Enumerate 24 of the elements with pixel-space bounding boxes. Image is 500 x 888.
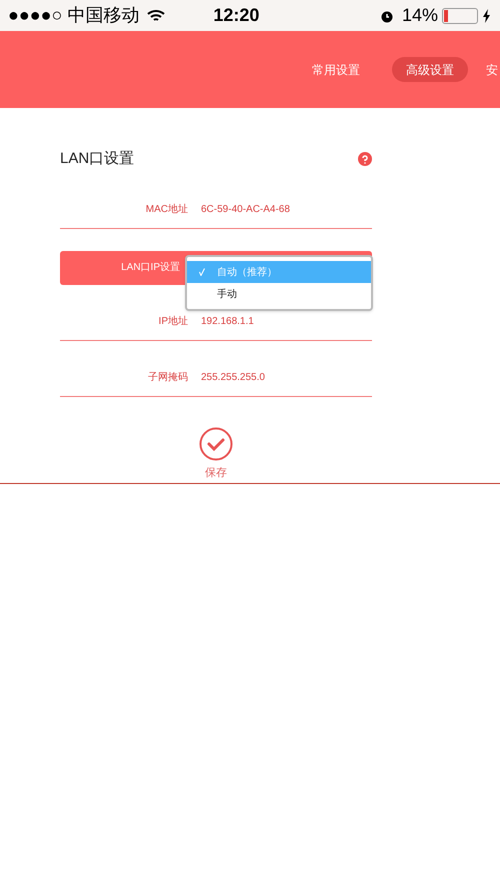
charging-icon [482, 8, 492, 22]
row-label: LAN口IP设置 [120, 260, 181, 275]
save-button[interactable]: 保存 [199, 426, 233, 481]
checkmark-circle-icon [199, 426, 233, 460]
carrier-text: ●●●●○ 中国移动 [8, 4, 140, 27]
nav-tab[interactable]: 常用设置 [298, 57, 374, 82]
dropdown-option[interactable]: 自动（推荐） [187, 261, 371, 283]
check-icon [199, 268, 205, 276]
battery-text: 14% [402, 4, 438, 27]
dropdown-option[interactable]: 手动 [187, 283, 371, 305]
row-value: 6C-59-40-AC-A4-68 [200, 202, 290, 216]
row-value: 255.255.255.0 [200, 370, 265, 384]
row-label: IP地址 [158, 314, 189, 328]
nav-tab[interactable]: 安 [486, 57, 498, 82]
nav-tab[interactable]: 高级设置 [392, 57, 468, 82]
row-label: MAC地址 [144, 202, 189, 216]
section-title: LAN口设置 [60, 149, 134, 169]
wifi-icon [147, 8, 166, 22]
time-text: 12:20 [213, 4, 260, 27]
battery-icon [442, 8, 478, 24]
alarm-icon [380, 8, 394, 22]
row-value: 192.168.1.1 [200, 314, 254, 328]
row-label: 子网掩码 [147, 370, 189, 384]
help-icon[interactable] [358, 152, 372, 166]
